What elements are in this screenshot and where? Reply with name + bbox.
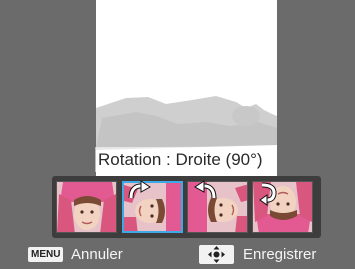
cancel-label[interactable]: Annuler xyxy=(71,246,123,263)
rotation-caption: Rotation : Droite (90°) xyxy=(95,147,266,172)
camera-screen: Rotation : Droite (90°) MENU Annuler Enr… xyxy=(0,0,355,269)
thumbnail-original[interactable] xyxy=(56,181,117,233)
menu-key[interactable]: MENU xyxy=(28,247,64,262)
thumbnail-strip xyxy=(52,176,321,238)
rotate-left-arrow-icon xyxy=(194,180,217,199)
dpad-icon[interactable] xyxy=(199,245,234,264)
rotate-right-arrow-icon xyxy=(128,180,151,199)
save-label[interactable]: Enregistrer xyxy=(243,246,316,263)
bottom-button-bar: MENU Annuler Enregistrer xyxy=(0,242,355,269)
rotate-180-arrow-icon xyxy=(259,182,277,206)
